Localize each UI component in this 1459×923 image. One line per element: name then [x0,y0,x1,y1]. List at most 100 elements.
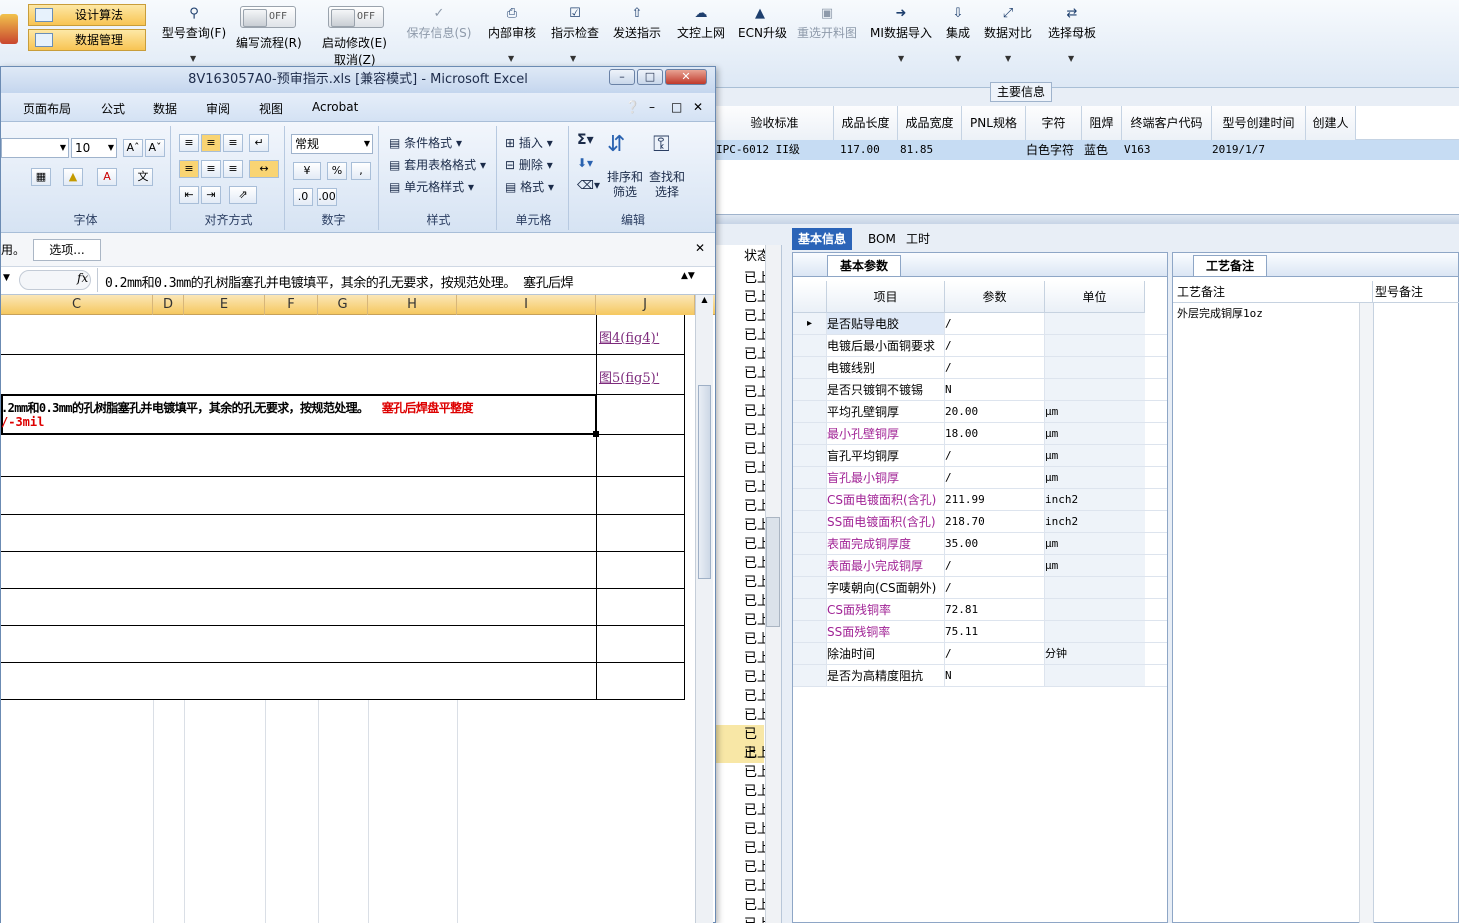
delete-button[interactable]: ⊟ 删除 ▾ [505,156,553,173]
col-item[interactable]: 项目 [827,281,945,313]
param-row[interactable]: 是否为高精度阻抗 N [793,665,1167,687]
sort-filter-button[interactable]: 排序和筛选 [607,170,643,200]
minimize-button[interactable]: – [609,69,635,85]
param-value[interactable]: / [945,643,1045,664]
figure-link[interactable]: 图4(fig4)' [599,327,659,346]
col-unit[interactable]: 单位 [1045,281,1145,313]
row-selector[interactable] [793,555,827,576]
param-value[interactable]: / [945,335,1045,356]
status-scroll-thumb[interactable] [766,517,780,627]
phonetic-icon[interactable]: 文 [133,168,153,186]
param-value[interactable]: 35.00 [945,533,1045,554]
section-title[interactable]: 工艺备注 [1193,255,1268,276]
param-value[interactable]: / [945,555,1045,576]
chevron-down-icon[interactable]: ▼ [898,54,904,63]
table-row[interactable]: IPC-6012 II级 117.00 81.85 白色字符 蓝色 V163 2… [716,140,1459,160]
param-row[interactable]: 表面最小完成铜厚 / μm [793,555,1167,577]
edit-flow-toggle[interactable]: OFF [240,6,296,28]
tab-hours[interactable]: 工时 [900,228,936,250]
param-row[interactable]: 表面完成铜厚度 35.00 μm [793,533,1167,555]
param-row[interactable]: 电镀线别 / [793,357,1167,379]
wrap-text-icon[interactable]: ↵ [249,134,269,152]
worksheet[interactable]: 图4(fig4)' 图5(fig5)' .2mm和0.3mm的孔树脂塞孔并电镀填… [1,315,695,923]
row-selector[interactable] [793,577,827,598]
param-value[interactable]: 20.00 [945,401,1045,422]
param-row[interactable]: CS面电镀面积(含孔) 211.99 inch2 [793,489,1167,511]
row-pointer-icon[interactable]: ▸ [793,313,827,334]
shrink-font-icon[interactable]: Aˇ [145,139,165,157]
send-instruction-button[interactable]: ⇧ 发送指示 [612,4,662,64]
maximize-button[interactable]: □ [637,69,663,85]
font-size-box[interactable]: 10 ▼ [71,138,117,158]
row-selector[interactable] [793,621,827,642]
increase-decimal-icon[interactable]: .0 [293,188,313,206]
fill-handle[interactable] [593,431,599,437]
col-model-notes[interactable]: 型号备注 [1373,281,1459,303]
row-selector[interactable] [793,445,827,466]
number-format-select[interactable]: 常规 ▼ [291,134,373,154]
currency-icon[interactable]: ¥ [293,162,321,180]
tab-review[interactable]: 审阅 [206,100,230,117]
col-length[interactable]: 成品长度 [834,106,898,140]
orientation-icon[interactable]: ⇗ [229,186,257,204]
scroll-up-icon[interactable]: ▲ [697,295,712,309]
decrease-indent-icon[interactable]: ⇤ [179,186,199,204]
param-value[interactable]: / [945,445,1045,466]
align-center-icon[interactable]: ≡ [201,160,221,178]
column-c[interactable]: C [1,295,153,315]
chevron-down-icon[interactable]: ▼ [1068,54,1074,63]
figure-link[interactable]: 图5(fig5)' [599,367,659,386]
row-selector[interactable] [793,643,827,664]
comma-icon[interactable]: , [351,162,371,180]
col-mask[interactable]: 阻焊 [1082,106,1122,140]
find-select-icon[interactable]: ⚿ [653,132,670,157]
ribbon-restore-icon[interactable]: □ [671,100,682,114]
row-selector[interactable] [793,533,827,554]
menu-data-management[interactable]: 数据管理 [28,29,146,51]
border-icon[interactable]: ▦ [31,168,51,186]
grow-font-icon[interactable]: Aˆ [123,139,143,157]
col-width[interactable]: 成品宽度 [898,106,962,140]
param-row[interactable]: 字唛朝向(CS面朝外) / [793,577,1167,599]
align-bottom-icon[interactable]: ≡ [223,134,243,152]
ribbon-close-icon[interactable]: ✕ [693,100,703,114]
help-icon[interactable]: ❔ [625,100,640,114]
row-selector[interactable] [793,357,827,378]
chevron-down-icon[interactable]: ▼ [508,54,514,63]
tab-acrobat[interactable]: Acrobat [312,100,358,114]
options-button[interactable]: 选项... [33,239,101,261]
sort-filter-icon[interactable]: ⇵ [607,132,625,157]
fx-button[interactable]: fx [77,271,88,285]
align-right-icon[interactable]: ≡ [223,160,243,178]
font-name-box[interactable]: ▼ [1,138,69,158]
save-info-button[interactable]: ✓ 保存信息(S) [404,4,474,64]
row-selector[interactable] [793,489,827,510]
ecn-upgrade-button[interactable]: ▲ ECN升级 [738,4,787,64]
param-value[interactable]: 211.99 [945,489,1045,510]
menu-design-algorithm[interactable]: 设计算法 [28,4,146,26]
col-pnl[interactable]: PNL规格 [962,106,1026,140]
col-creator[interactable]: 创建人 [1306,106,1356,140]
param-value[interactable]: / [945,313,1045,334]
percent-icon[interactable]: % [327,162,347,180]
tab-formulas[interactable]: 公式 [101,100,125,117]
row-selector[interactable] [793,511,827,532]
param-value[interactable]: 72.81 [945,599,1045,620]
clear-icon[interactable]: ⌫▾ [577,178,600,192]
param-value[interactable]: N [945,379,1045,400]
param-value[interactable]: N [945,665,1045,686]
fill-icon[interactable]: ⬇▾ [577,156,593,170]
tab-bom[interactable]: BOM [862,228,902,250]
column-h[interactable]: H [368,295,457,315]
start-modify-toggle[interactable]: OFF [328,6,384,28]
row-selector[interactable] [793,467,827,488]
table-format-button[interactable]: ▤ 套用表格格式 ▾ [389,156,486,173]
formula-input[interactable]: 0.2mm和0.3mm的孔树脂塞孔并电镀填平，其余的孔无要求，按规范处理。 塞孔… [105,272,574,291]
reselect-cutting-button[interactable]: ▣ 重选开料图 [796,4,858,64]
chevron-down-icon[interactable]: ▼ [190,54,196,63]
param-row[interactable]: CS面残铜率 72.81 [793,599,1167,621]
insert-button[interactable]: ⊞ 插入 ▾ [505,134,553,151]
tab-page-layout[interactable]: 页面布局 [23,100,71,117]
row-selector[interactable] [793,379,827,400]
row-selector[interactable] [793,665,827,686]
